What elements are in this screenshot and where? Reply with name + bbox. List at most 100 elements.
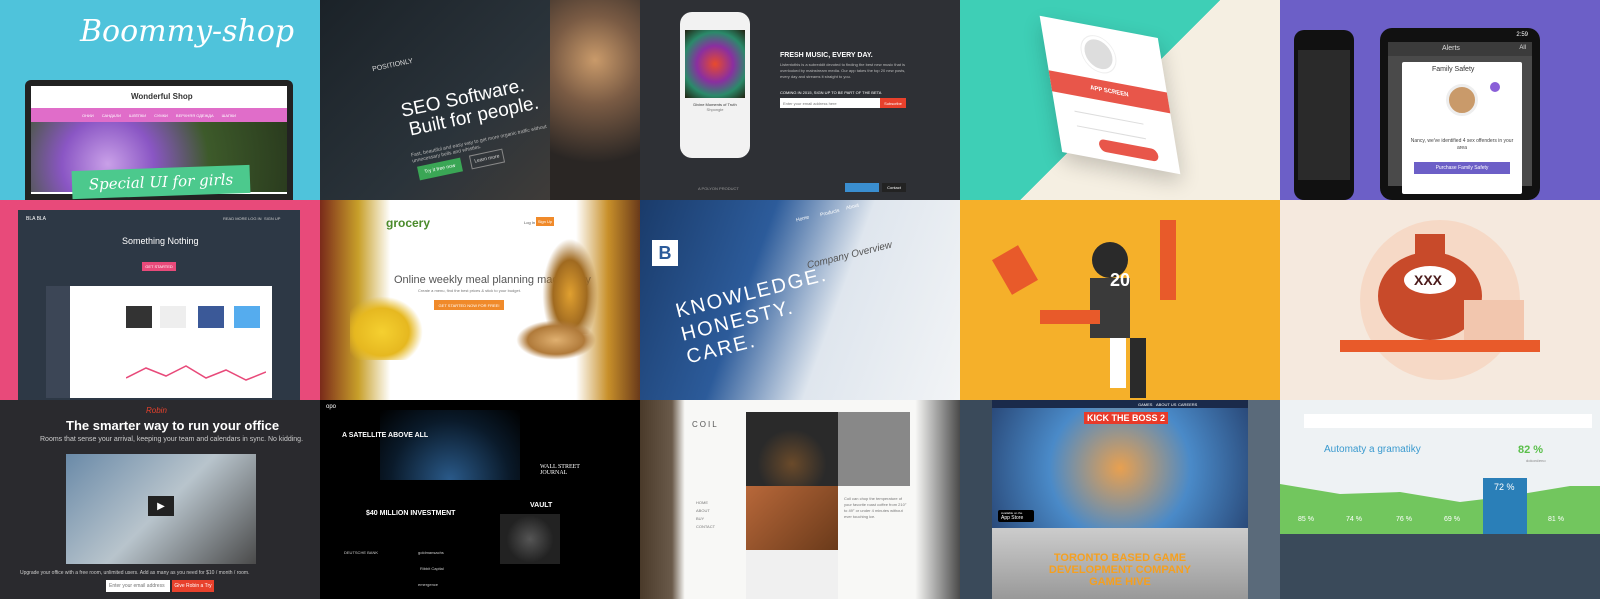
music-email-input[interactable]: [780, 98, 880, 108]
robin-video[interactable]: ▶: [66, 454, 256, 564]
tile-grocery[interactable]: grocery Log In Sign Up Online weekly mea…: [320, 200, 640, 400]
grinder-image: [746, 550, 838, 599]
shop-nav-item[interactable]: САНДАЛИ: [102, 113, 121, 118]
alerts-toolbar: Alerts All: [1388, 42, 1532, 56]
tile-knowledge[interactable]: B KNOWLEDGE. HONESTY. CARE. Company Over…: [640, 200, 960, 400]
dashboard-chart: [126, 365, 266, 381]
opo-investment: $40 MILLION INVESTMENT: [366, 510, 456, 517]
cta-label: Try it free now: [423, 162, 457, 176]
music-subscribe-button[interactable]: Subscribe: [880, 98, 906, 108]
opo-logo-2: goldmansachs: [418, 550, 444, 555]
app-submit-button[interactable]: [1098, 138, 1160, 163]
jug-illustration: [1340, 220, 1540, 380]
football-player-illustration: [992, 220, 1176, 398]
robin-email-input[interactable]: [106, 580, 170, 592]
nav-home[interactable]: Home: [795, 214, 809, 223]
nav-sign-up[interactable]: SIGN UP: [264, 216, 280, 221]
opo-vault: VAULT: [530, 502, 553, 509]
bananas-image: [350, 290, 430, 360]
bar-value: 74 %: [1346, 516, 1362, 523]
tile-kick-the-boss[interactable]: KICK THE BOSS 2 GAMES ABOUT US CAREERS A…: [960, 400, 1280, 599]
automaty-title: Automaty a gramatiky: [1324, 444, 1421, 455]
vault-image: [500, 514, 560, 564]
card-thumb: [126, 306, 152, 328]
music-coming: COMING IN 2015, SIGN UP TO BE PART OF TH…: [780, 90, 882, 95]
jug-label: XXX: [1414, 272, 1443, 288]
app-store-badge[interactable]: Available on the App Store: [998, 510, 1034, 522]
shop-nav-item[interactable]: ШЛЁПКИ: [129, 113, 146, 118]
nav-careers[interactable]: CAREERS: [1178, 402, 1197, 407]
shop-nav-item[interactable]: СУМКИ: [154, 113, 168, 118]
subscribe-label: Subscribe: [884, 100, 902, 106]
grocery-login[interactable]: Log In: [524, 220, 535, 225]
automaty-header: [1304, 414, 1592, 428]
purchase-button[interactable]: Purchase Family Safety: [1414, 162, 1510, 174]
person-avatar: [1446, 84, 1478, 116]
shop-nav-item[interactable]: ВЕРХНЯЯ ОДЕЖДА: [176, 113, 214, 118]
screenshot-grid: Boommy-shop Wonderful Shop ОНИИ САНДАЛИ …: [0, 0, 1600, 599]
nav-games[interactable]: GAMES: [1138, 402, 1152, 407]
tile-automaty[interactable]: Automaty a gramatiky 82 % dokončeno 85 %…: [1280, 400, 1600, 599]
nav-read-more[interactable]: READ MORE: [223, 216, 247, 221]
earth-image: [380, 410, 520, 480]
coil-nav-buy[interactable]: BUY: [696, 516, 704, 521]
status-time: 2:59: [1516, 32, 1528, 38]
robin-logo: Robin: [146, 406, 167, 415]
nav-products[interactable]: Products: [820, 208, 841, 219]
robin-sub: Rooms that sense your arrival, keeping y…: [40, 436, 304, 443]
bla-bla-get-started[interactable]: GET STARTED: [142, 262, 176, 271]
nav-about[interactable]: About: [845, 203, 859, 212]
phone-mockup: Divine Moments of Truth Shpongle: [680, 12, 750, 158]
jersey-number: 20: [1110, 270, 1131, 290]
opo-logo-4: emergence: [418, 582, 439, 587]
robin-headline: The smarter way to run your office: [66, 418, 280, 433]
tile-app-screen[interactable]: APP SCREEN: [960, 0, 1280, 200]
tile-opo[interactable]: opo A SATELLITE ABOVE ALL WALL STREET JO…: [320, 400, 640, 599]
coil-nav-contact[interactable]: CONTACT: [696, 524, 715, 529]
app-screen-card: APP SCREEN: [1039, 15, 1181, 175]
grocery-sub: Create a menu, find the best prices & st…: [418, 288, 521, 293]
grocery-cta[interactable]: GET STARTED NOW FOR FREE!: [434, 300, 504, 310]
headline-line-1: TORONTO BASED GAME: [1053, 552, 1187, 564]
coil-logo: COIL: [692, 420, 719, 429]
tile-robin[interactable]: Robin The smarter way to run your office…: [0, 400, 320, 599]
dashboard-sidebar: [46, 286, 70, 398]
shop-nav-item[interactable]: ШАПКИ: [222, 113, 236, 118]
tile-alerts[interactable]: 2:59 Alerts All Family Safety Nancy, we'…: [1280, 0, 1600, 200]
bla-bla-logo: BLA BLA: [26, 216, 47, 222]
purple-dot: [1490, 82, 1500, 92]
purchase-label: Purchase Family Safety: [1435, 165, 1489, 171]
music-contact-button[interactable]: Contact: [882, 183, 906, 192]
nav-log-in[interactable]: LOG IN: [248, 216, 262, 221]
robin-try-button[interactable]: Give Robin a Try: [172, 580, 214, 592]
grocery-signup[interactable]: Sign Up: [536, 217, 554, 226]
opo-wsj: WALL STREET JOURNAL: [540, 464, 580, 476]
tile-xxx-illustration[interactable]: XXX: [1280, 200, 1600, 400]
tile-football-illustration[interactable]: 20: [960, 200, 1280, 400]
alerts-filter[interactable]: All: [1519, 45, 1526, 51]
coil-nav-about[interactable]: ABOUT: [696, 508, 710, 513]
music-footer: A POLYON PRODUCT: [698, 186, 739, 191]
grocery-cta-label: GET STARTED NOW FOR FREE!: [438, 302, 500, 308]
shop-nav: ОНИИ САНДАЛИ ШЛЁПКИ СУМКИ ВЕРХНЯЯ ОДЕЖДА…: [31, 108, 287, 122]
store-text: App Store: [1001, 515, 1024, 521]
play-icon[interactable]: ▶: [148, 496, 174, 516]
tile-boommy-shop[interactable]: Boommy-shop Wonderful Shop ОНИИ САНДАЛИ …: [0, 0, 320, 200]
music-twitter-button[interactable]: [845, 183, 879, 192]
coil-nav-home[interactable]: HOME: [696, 500, 708, 505]
android-mockup: 2:59 Alerts All Family Safety Nancy, we'…: [1380, 28, 1540, 200]
bar-value: 69 %: [1444, 516, 1460, 523]
tile-coil[interactable]: COIL Coil can chop the temperature of yo…: [640, 400, 960, 599]
automaty-percent: 82 %: [1518, 444, 1544, 456]
positionly-logo: POSITIONLY: [371, 57, 414, 74]
tile-positionly[interactable]: POSITIONLY SEO Software. Built for peopl…: [320, 0, 640, 200]
coil-text: Coil can chop the temperature of your fa…: [844, 496, 907, 519]
card-title: Family Safety: [1432, 66, 1475, 73]
shop-nav-item[interactable]: ОНИИ: [82, 113, 94, 118]
get-started-label: GET STARTED: [145, 264, 173, 269]
nav-about-us[interactable]: ABOUT US: [1156, 402, 1176, 407]
grocery-logo: grocery: [386, 216, 431, 230]
tile-music-app[interactable]: Divine Moments of Truth Shpongle FRESH M…: [640, 0, 960, 200]
tile-bla-bla[interactable]: BLA BLA READ MORE LOG IN SIGN UP Somethi…: [0, 200, 320, 400]
positionly-learn-button[interactable]: Learn more: [468, 148, 506, 170]
